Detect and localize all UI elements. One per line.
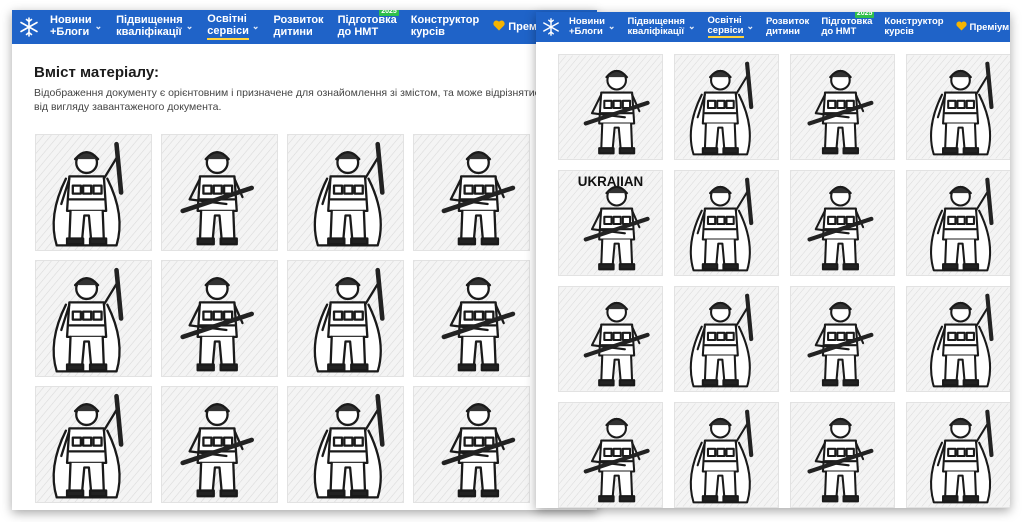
coloring-page-thumbnail[interactable] [558, 286, 663, 392]
coloring-page-thumbnail[interactable] [287, 134, 404, 251]
nav-qualification-label: Підвищення [116, 14, 183, 27]
top-nav: Новини +Блоги ⌄ Підвищення кваліфікації ⌄ … [536, 12, 1010, 42]
coloring-page-thumbnail[interactable] [413, 386, 530, 503]
chevron-down-icon: ⌄ [687, 21, 696, 32]
coloring-page-thumbnail[interactable] [558, 54, 663, 160]
coloring-page-thumbnail[interactable] [790, 170, 895, 276]
nav-course-builder[interactable]: Конструктор курсів [884, 17, 943, 37]
coloring-page-thumbnail[interactable] [35, 386, 152, 503]
nav-nmt-label-2: до НМТ [337, 26, 379, 38]
left-screenshot: Новини +Блоги ⌄ Підвищення кваліфікації ⌄ … [12, 10, 597, 510]
coloring-page-thumbnail[interactable] [287, 386, 404, 503]
coloring-page-thumbnail[interactable] [906, 54, 1010, 160]
svg-text:UKRAIIAN: UKRAIIAN [578, 174, 643, 189]
nav-edu-label-2: сервіси [707, 24, 744, 36]
coloring-page-thumbnail[interactable] [674, 402, 779, 508]
nav-child-label: Розвиток [273, 14, 324, 27]
nav-nmt-prep[interactable]: 2025 Підготовка до НМТ [337, 10, 399, 38]
coloring-page-thumbnail[interactable] [790, 402, 895, 508]
nav-child-label-2: дитини [273, 26, 313, 38]
nav-qualification[interactable]: Підвищення кваліфікації ⌄ [627, 17, 695, 37]
nav-edu-label: Освітні [207, 12, 247, 25]
coloring-page-thumbnail[interactable] [790, 286, 895, 392]
nav-child-development[interactable]: Розвиток дитини [273, 15, 323, 38]
coloring-page-thumbnail[interactable] [558, 402, 663, 508]
nav-news-blogs[interactable]: Новини +Блоги ⌄ [50, 15, 102, 38]
nav-news-blogs[interactable]: Новини +Блоги ⌄ [569, 17, 615, 37]
coloring-page-thumbnail[interactable] [906, 170, 1010, 276]
coloring-page-thumbnail[interactable] [674, 170, 779, 276]
snowflake-logo-icon[interactable] [536, 12, 566, 42]
chevron-down-icon: ⌄ [94, 21, 103, 32]
chevron-down-icon: ⌄ [185, 21, 194, 32]
content-title: Вміст матеріалу: [34, 64, 160, 81]
premium-link[interactable]: Преміум [955, 20, 1010, 34]
nav-nmt-label-2: до НМТ [821, 26, 857, 37]
nav-news-label: Новини [50, 14, 92, 27]
thumbnail-grid-left [35, 134, 530, 503]
nav-news-label-2: +Блоги [50, 26, 90, 38]
premium-label: Преміум [969, 21, 1010, 33]
year-badge: 2025 [854, 12, 875, 19]
nav-builder-label: Конструктор [410, 14, 480, 27]
nav-builder-label-2: курсів [410, 26, 445, 38]
coloring-page-thumbnail[interactable] [35, 134, 152, 251]
nav-nmt-prep[interactable]: 2025 Підготовка до НМТ [821, 12, 875, 37]
yellow-heart-icon [493, 20, 505, 34]
coloring-page-thumbnail[interactable] [906, 402, 1010, 508]
nav-child-label-2: дитини [766, 26, 800, 37]
chevron-down-icon: ⌄ [607, 21, 616, 32]
nav-edu-services[interactable]: Освітні сервіси ⌄ [707, 15, 755, 39]
nav-course-builder[interactable]: Конструктор курсів [411, 15, 479, 38]
nav-news-label-2: +Блоги [569, 26, 603, 37]
coloring-page-thumbnail[interactable] [35, 260, 152, 377]
chevron-down-icon: ⌄ [251, 21, 260, 32]
yellow-heart-icon [955, 20, 967, 34]
year-badge: 2025 [379, 10, 399, 17]
nav-edu-services[interactable]: Освітні сервіси ⌄ [207, 12, 260, 41]
nav-builder-label-2: курсів [884, 26, 914, 37]
snowflake-logo-icon[interactable] [12, 10, 46, 44]
chevron-down-icon: ⌄ [746, 21, 755, 32]
coloring-page-thumbnail[interactable] [413, 134, 530, 251]
coloring-page-thumbnail[interactable] [674, 286, 779, 392]
coloring-page-thumbnail[interactable] [161, 260, 278, 377]
coloring-page-thumbnail[interactable] [906, 286, 1010, 392]
nav-edu-label-2: сервіси [207, 24, 249, 37]
coloring-page-thumbnail[interactable]: UKRAIIAN [558, 170, 663, 276]
nav-nmt-label: Підготовка [337, 14, 397, 27]
nav-child-development[interactable]: Розвиток дитини [766, 17, 809, 37]
nav-qualification-label-2: кваліфікації [627, 26, 685, 37]
coloring-page-thumbnail[interactable] [161, 386, 278, 503]
coloring-page-thumbnail[interactable] [287, 260, 404, 377]
nav-qualification-label-2: кваліфікації [116, 26, 182, 38]
coloring-page-thumbnail[interactable] [790, 54, 895, 160]
nav-qualification[interactable]: Підвищення кваліфікації ⌄ [116, 15, 193, 38]
right-screenshot: Новини +Блоги ⌄ Підвищення кваліфікації ⌄ … [536, 12, 1010, 508]
coloring-page-thumbnail[interactable] [161, 134, 278, 251]
content-description: Відображення документу є орієнтовним і п… [34, 87, 546, 113]
coloring-page-thumbnail[interactable] [674, 54, 779, 160]
top-nav: Новини +Блоги ⌄ Підвищення кваліфікації ⌄ … [12, 10, 597, 44]
thumbnail-grid-right: UKRAIIAN [558, 54, 1010, 508]
coloring-page-thumbnail[interactable] [413, 260, 530, 377]
